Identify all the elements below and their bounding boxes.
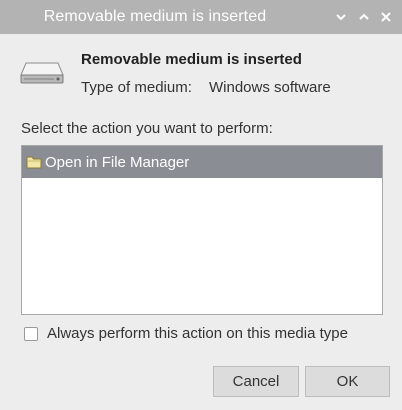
always-perform-label: Always perform this action on this media… [47, 325, 348, 342]
close-icon[interactable] [378, 9, 394, 25]
dialog-heading: Removable medium is inserted [81, 51, 302, 68]
always-perform-checkbox[interactable] [24, 326, 38, 341]
folder-icon [26, 155, 42, 169]
maximize-icon[interactable] [356, 9, 372, 25]
medium-type-value: Windows software [209, 79, 331, 96]
action-open-file-manager[interactable]: Open in File Manager [22, 146, 382, 178]
removable-drive-icon [20, 61, 64, 85]
ok-button[interactable]: OK [305, 366, 390, 397]
minimize-icon[interactable] [333, 9, 349, 25]
medium-type-row: Type of medium: Windows software [81, 79, 331, 96]
always-perform-option[interactable]: Always perform this action on this media… [24, 325, 348, 342]
action-prompt: Select the action you want to perform: [21, 120, 273, 137]
medium-type-label: Type of medium: [81, 79, 192, 96]
removable-medium-dialog: Removable medium is inserted Removable m… [0, 0, 402, 410]
cancel-button[interactable]: Cancel [213, 366, 299, 397]
title-bar[interactable]: Removable medium is inserted [0, 0, 402, 34]
action-label: Open in File Manager [45, 153, 190, 171]
action-list[interactable]: Open in File Manager [21, 145, 383, 315]
window-title: Removable medium is inserted [43, 8, 267, 25]
